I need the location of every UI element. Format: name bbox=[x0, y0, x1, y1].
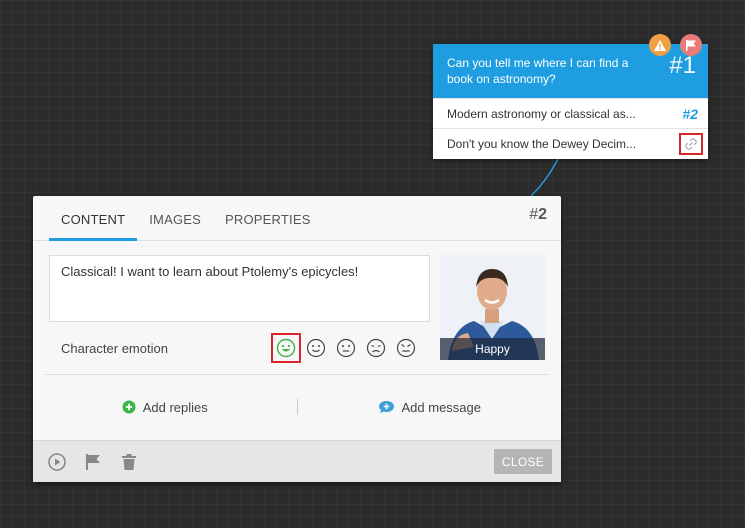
flag-icon[interactable] bbox=[680, 34, 702, 56]
add-replies-button[interactable]: Add replies bbox=[33, 400, 297, 415]
close-button[interactable]: CLOSE bbox=[494, 449, 552, 474]
node-editor-panel: CONTENT IMAGES PROPERTIES #2 Classical! … bbox=[33, 196, 561, 482]
portrait-caption: Happy bbox=[440, 338, 545, 360]
happy-face-icon[interactable] bbox=[271, 333, 301, 363]
node-reply-row[interactable]: Don't you know the Dewey Decim... bbox=[433, 128, 708, 158]
panel-footer: CLOSE bbox=[33, 440, 561, 482]
add-message-icon bbox=[378, 400, 395, 414]
link-icon[interactable] bbox=[679, 132, 703, 155]
neutral-face-icon[interactable] bbox=[331, 333, 361, 363]
add-circle-icon bbox=[122, 400, 136, 414]
dialogue-node-card[interactable]: Can you tell me where I can find a book … bbox=[433, 44, 708, 159]
panel-node-id-number: 2 bbox=[538, 206, 547, 223]
node-reply-ref[interactable]: #2 bbox=[682, 106, 698, 122]
tab-bar: CONTENT IMAGES PROPERTIES #2 bbox=[33, 196, 561, 241]
panel-node-id: #2 bbox=[529, 206, 547, 224]
angry-face-icon[interactable] bbox=[391, 333, 421, 363]
sad-face-icon[interactable] bbox=[361, 333, 391, 363]
panel-actions: Add replies Add message bbox=[33, 376, 561, 438]
message-input[interactable]: Classical! I want to learn about Ptolemy… bbox=[49, 255, 430, 322]
character-emotion-label: Character emotion bbox=[61, 341, 168, 356]
node-id: #1 bbox=[669, 52, 696, 79]
tab-images[interactable]: IMAGES bbox=[137, 212, 213, 240]
tab-properties[interactable]: PROPERTIES bbox=[213, 212, 323, 240]
node-reply-row[interactable]: Modern astronomy or classical as... #2 bbox=[433, 98, 708, 128]
add-message-button[interactable]: Add message bbox=[298, 400, 562, 415]
flag-outline-icon[interactable] bbox=[83, 452, 103, 472]
character-portrait[interactable]: Happy bbox=[440, 255, 545, 360]
divider bbox=[45, 374, 549, 375]
trash-icon[interactable] bbox=[119, 452, 139, 472]
node-reply-text: Modern astronomy or classical as... bbox=[447, 106, 636, 121]
node-reply-text: Don't you know the Dewey Decim... bbox=[447, 136, 637, 151]
panel-node-id-prefix: # bbox=[529, 206, 539, 223]
emotion-picker bbox=[271, 333, 421, 363]
node-question: Can you tell me where I can find a book … bbox=[447, 56, 629, 86]
smile-face-icon[interactable] bbox=[301, 333, 331, 363]
warning-icon[interactable] bbox=[649, 34, 671, 56]
add-replies-label: Add replies bbox=[142, 399, 208, 415]
tab-content[interactable]: CONTENT bbox=[49, 212, 138, 241]
add-message-label: Add message bbox=[401, 399, 482, 415]
play-icon[interactable] bbox=[47, 452, 67, 472]
